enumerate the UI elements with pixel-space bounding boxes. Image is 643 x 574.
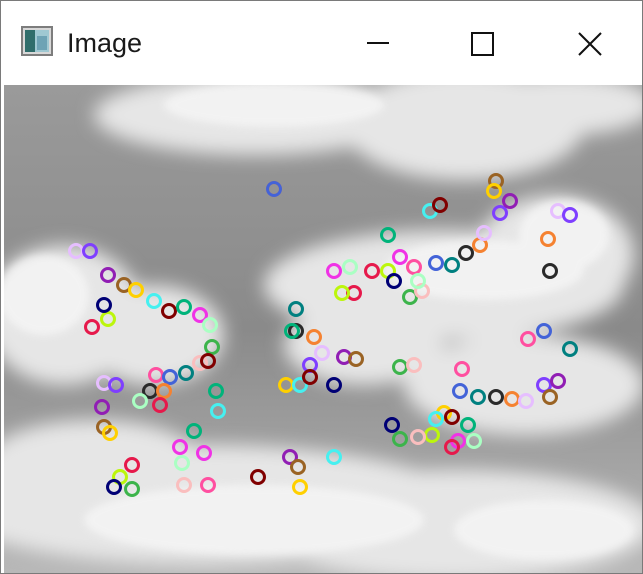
cloud-photo bbox=[4, 85, 642, 573]
minimize-button[interactable] bbox=[333, 19, 423, 69]
image-canvas bbox=[4, 85, 642, 573]
image-window: Image bbox=[0, 0, 643, 574]
maximize-icon bbox=[471, 32, 494, 56]
close-button[interactable] bbox=[544, 19, 634, 69]
minimize-icon bbox=[367, 42, 389, 44]
title-bar[interactable]: Image bbox=[1, 1, 642, 85]
window-title: Image bbox=[67, 28, 143, 58]
maximize-button[interactable] bbox=[438, 19, 528, 69]
close-icon bbox=[578, 32, 602, 56]
image-window-icon bbox=[21, 26, 53, 56]
